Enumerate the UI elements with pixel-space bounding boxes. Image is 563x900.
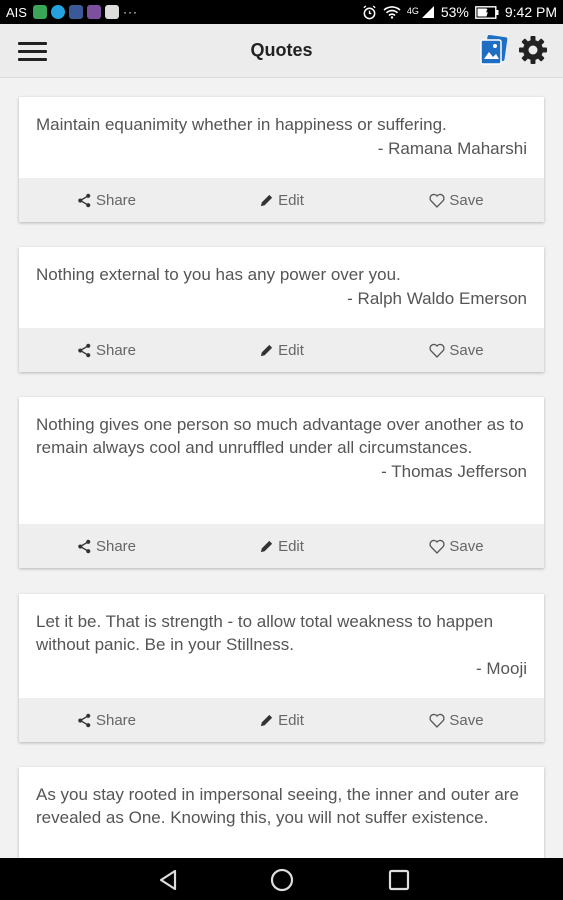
save-button[interactable]: Save — [369, 698, 544, 742]
app-icon — [104, 5, 119, 19]
wifi-icon — [383, 6, 401, 19]
share-label: Share — [95, 341, 137, 359]
save-label: Save — [449, 191, 484, 209]
quote-card: Nothing external to you has any power ov… — [19, 247, 544, 372]
save-button[interactable]: Save — [369, 178, 544, 222]
settings-button[interactable] — [517, 34, 549, 66]
pencil-icon — [260, 194, 273, 206]
quote-card: As you stay rooted in impersonal seeing,… — [19, 767, 544, 858]
system-nav-bar — [0, 858, 563, 900]
card-actions: Share Edit Save — [19, 524, 544, 568]
quote-card: Maintain equanimity whether in happiness… — [19, 97, 544, 222]
share-label: Share — [95, 537, 137, 555]
image-cards-icon — [480, 34, 508, 65]
back-button[interactable] — [155, 867, 181, 893]
heart-icon — [429, 539, 445, 554]
home-button[interactable] — [269, 867, 295, 893]
battery-charging-icon — [474, 5, 499, 19]
facebook-icon — [68, 5, 83, 19]
quote-author: - Ramana Maharshi — [377, 139, 527, 158]
save-button[interactable]: Save — [369, 524, 544, 568]
status-bar: AIS ··· 4G 53% 9:42 PM — [0, 0, 563, 24]
heart-icon — [429, 713, 445, 728]
home-circle-icon — [270, 868, 294, 892]
quote-text: Maintain equanimity whether in happiness… — [36, 115, 447, 134]
carrier-label: AIS — [6, 4, 27, 20]
recents-square-icon — [388, 869, 410, 891]
app-bar: Quotes — [0, 24, 563, 78]
edit-label: Edit — [278, 341, 304, 359]
share-icon — [78, 343, 91, 357]
card-view-button[interactable] — [477, 34, 509, 66]
card-actions: Share Edit Save — [19, 328, 544, 372]
share-button[interactable]: Share — [19, 524, 194, 568]
recents-button[interactable] — [386, 867, 412, 893]
quote-list[interactable]: Maintain equanimity whether in happiness… — [0, 78, 563, 858]
edit-label: Edit — [278, 711, 304, 729]
share-icon — [78, 193, 91, 207]
quote-text: Nothing external to you has any power ov… — [36, 265, 401, 284]
edit-label: Edit — [278, 191, 304, 209]
viber-icon — [86, 5, 101, 19]
line-icon — [32, 5, 47, 19]
edit-button[interactable]: Edit — [194, 698, 369, 742]
card-actions: Share Edit Save — [19, 178, 544, 222]
save-label: Save — [449, 341, 484, 359]
back-triangle-icon — [159, 869, 177, 891]
card-actions: Share Edit Save — [19, 698, 544, 742]
share-label: Share — [95, 711, 137, 729]
quote-text: Nothing gives one person so much advanta… — [36, 415, 524, 457]
save-button[interactable]: Save — [369, 328, 544, 372]
edit-button[interactable]: Edit — [194, 524, 369, 568]
quote-author: - Thomas Jefferson — [381, 462, 527, 481]
network-type-label: 4G — [406, 6, 419, 16]
gear-icon — [519, 36, 547, 64]
quote-text: Let it be. That is strength - to allow t… — [36, 612, 494, 654]
more-notifications-icon: ··· — [122, 5, 138, 19]
share-button[interactable]: Share — [19, 698, 194, 742]
pencil-icon — [260, 540, 273, 552]
edit-button[interactable]: Edit — [194, 178, 369, 222]
edit-button[interactable]: Edit — [194, 328, 369, 372]
quote-card: Let it be. That is strength - to allow t… — [19, 594, 544, 742]
heart-icon — [429, 193, 445, 208]
clock: 9:42 PM — [504, 4, 557, 20]
share-button[interactable]: Share — [19, 178, 194, 222]
signal-icon — [421, 6, 434, 18]
quote-card: Nothing gives one person so much advanta… — [19, 397, 544, 568]
save-label: Save — [449, 537, 484, 555]
battery-percent: 53% — [440, 4, 469, 20]
message-icon — [50, 5, 65, 19]
heart-icon — [429, 343, 445, 358]
alarm-icon — [363, 4, 376, 19]
share-icon — [78, 713, 91, 727]
pencil-icon — [260, 344, 273, 356]
quote-text: As you stay rooted in impersonal seeing,… — [36, 785, 519, 827]
share-icon — [78, 539, 91, 553]
share-label: Share — [95, 191, 137, 209]
quote-author: - Mooji — [475, 659, 527, 678]
edit-label: Edit — [278, 537, 304, 555]
quote-author: - Ralph Waldo Emerson — [347, 289, 527, 308]
pencil-icon — [260, 714, 273, 726]
save-label: Save — [449, 711, 484, 729]
share-button[interactable]: Share — [19, 328, 194, 372]
